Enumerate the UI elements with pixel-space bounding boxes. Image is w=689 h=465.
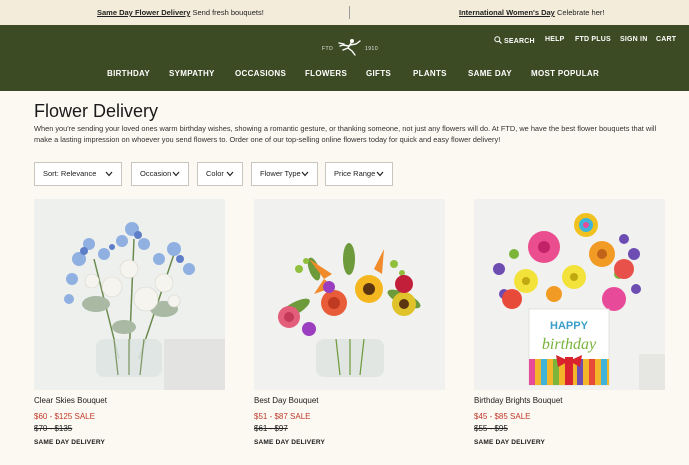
chevron-down-icon bbox=[301, 163, 309, 185]
product-name-birthday-brights[interactable]: Birthday Brights Bouquet bbox=[474, 396, 563, 405]
product-original-price-best-day: $61 - $97 bbox=[254, 424, 288, 433]
ftd-plus-link[interactable]: FTD PLUS bbox=[575, 36, 611, 43]
product-image-best-day[interactable] bbox=[254, 199, 445, 390]
help-link[interactable]: HELP bbox=[545, 36, 564, 43]
flower-type-dropdown[interactable]: Flower Type bbox=[251, 162, 318, 186]
flower-type-label: Flower Type bbox=[260, 169, 301, 178]
same-day-delivery-link[interactable]: Same Day Flower Delivery bbox=[97, 8, 190, 17]
product-sale-price-birthday-brights: $45 - $85 SALE bbox=[474, 412, 531, 421]
product-name-clear-skies[interactable]: Clear Skies Bouquet bbox=[34, 396, 107, 405]
product-delivery-badge-birthday-brights: SAME DAY DELIVERY bbox=[474, 439, 546, 446]
product-sale-price-best-day: $51 - $87 SALE bbox=[254, 412, 311, 421]
price-range-label: Price Range bbox=[334, 169, 376, 178]
nav-most-popular[interactable]: MOST POPULAR bbox=[531, 69, 599, 78]
logo-ftd-text: FTD bbox=[322, 46, 334, 52]
promo-left: Same Day Flower Delivery Send fresh bouq… bbox=[97, 0, 264, 25]
chevron-down-icon bbox=[105, 163, 113, 185]
sort-label: Sort: Relevance bbox=[43, 169, 97, 178]
nav-occasions[interactable]: OCCASIONS bbox=[235, 69, 286, 78]
cart-link[interactable]: CART bbox=[656, 36, 676, 43]
sort-dropdown[interactable]: Sort: Relevance bbox=[34, 162, 122, 186]
product-delivery-badge-best-day: SAME DAY DELIVERY bbox=[254, 439, 326, 446]
color-dropdown[interactable]: Color bbox=[197, 162, 243, 186]
search-label: SEARCH bbox=[504, 38, 535, 45]
promo-bar: Same Day Flower Delivery Send fresh bouq… bbox=[0, 0, 689, 25]
price-range-dropdown[interactable]: Price Range bbox=[325, 162, 393, 186]
nav-flowers[interactable]: FLOWERS bbox=[305, 69, 347, 78]
color-label: Color bbox=[206, 169, 224, 178]
search-icon bbox=[494, 36, 502, 46]
product-sale-price-clear-skies: $60 - $125 SALE bbox=[34, 412, 95, 421]
nav-gifts[interactable]: GIFTS bbox=[366, 69, 391, 78]
page-description: When you're sending your loved ones warm… bbox=[34, 124, 657, 144]
occasion-label: Occasion bbox=[140, 169, 172, 178]
nav-plants[interactable]: PLANTS bbox=[413, 69, 447, 78]
product-name-best-day[interactable]: Best Day Bouquet bbox=[254, 396, 318, 405]
promo-left-text: Send fresh bouquets! bbox=[192, 8, 264, 17]
nav-birthday[interactable]: BIRTHDAY bbox=[107, 69, 150, 78]
sign-in-link[interactable]: SIGN IN bbox=[620, 36, 647, 43]
chevron-down-icon bbox=[172, 163, 180, 185]
promo-right-text: Celebrate her! bbox=[556, 8, 605, 17]
product-original-price-birthday-brights: $55 - $95 bbox=[474, 424, 508, 433]
product-delivery-badge-clear-skies: SAME DAY DELIVERY bbox=[34, 439, 106, 446]
mercury-icon bbox=[338, 39, 361, 56]
ftd-logo[interactable]: FTD 1910 bbox=[322, 35, 378, 57]
chevron-down-icon bbox=[226, 163, 234, 185]
womens-day-link[interactable]: International Women's Day bbox=[459, 8, 555, 17]
logo-year-text: 1910 bbox=[365, 46, 379, 52]
promo-right: International Women's Day Celebrate her! bbox=[459, 0, 604, 25]
chevron-down-icon bbox=[376, 163, 384, 185]
search-link[interactable]: SEARCH bbox=[494, 36, 535, 46]
product-image-clear-skies[interactable] bbox=[34, 199, 225, 390]
nav-same-day[interactable]: SAME DAY bbox=[468, 69, 512, 78]
promo-divider bbox=[349, 6, 350, 19]
vase-birthday-text: birthday bbox=[542, 336, 597, 353]
product-image-birthday-brights[interactable]: HAPPY birthday bbox=[474, 199, 665, 390]
vase-happy-text: HAPPY bbox=[550, 320, 589, 332]
site-header: FTD 1910 SEARCH HELP FTD PLUS SIGN IN CA… bbox=[0, 25, 689, 91]
nav-sympathy[interactable]: SYMPATHY bbox=[169, 69, 215, 78]
product-original-price-clear-skies: $70 - $135 bbox=[34, 424, 73, 433]
occasion-dropdown[interactable]: Occasion bbox=[131, 162, 189, 186]
page-title: Flower Delivery bbox=[34, 101, 159, 121]
